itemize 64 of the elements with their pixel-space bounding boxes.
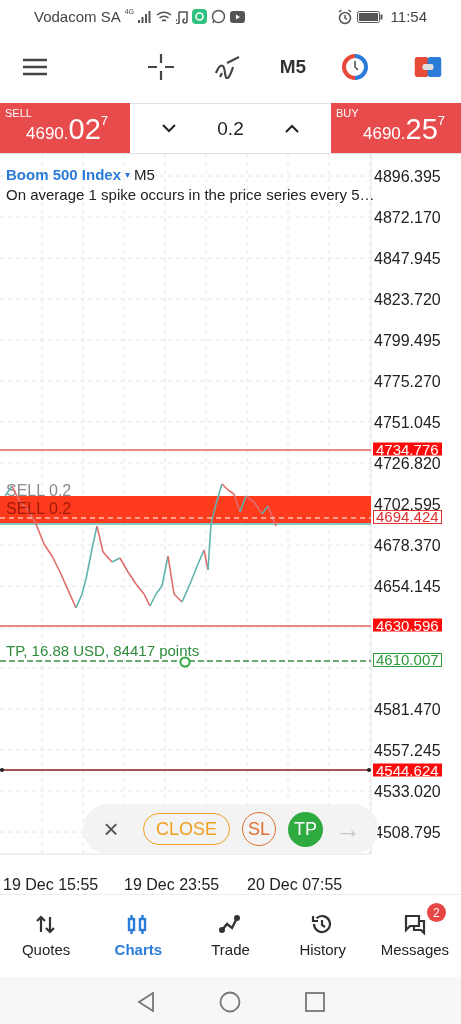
chevron-down-icon[interactable] bbox=[162, 124, 176, 133]
symbol-description: On average 1 spike occurs in the price series every 5… bbox=[6, 186, 375, 203]
price-tag: 4610.007 bbox=[373, 652, 442, 667]
price-tick: 4726.820 bbox=[374, 456, 441, 470]
volume-value[interactable]: 0.2 bbox=[217, 117, 244, 140]
time-tick: 20 Dec 07:55 bbox=[247, 876, 343, 894]
price-tick: 4823.720 bbox=[374, 292, 441, 306]
arrows-updown-icon bbox=[34, 914, 58, 935]
position-band[interactable] bbox=[0, 495, 371, 523]
music-note-icon bbox=[176, 9, 189, 24]
price-tick: 4581.470 bbox=[374, 702, 441, 716]
price-tick: 4702.595 bbox=[374, 497, 441, 511]
buy-button[interactable]: BUY 4690.25$^{7}$ bbox=[331, 103, 461, 153]
price-tick: 4799.495 bbox=[374, 333, 441, 347]
chat-bubbles-icon bbox=[403, 914, 427, 935]
chat-icon bbox=[211, 9, 227, 24]
nav-tab[interactable]: Quotes bbox=[0, 895, 93, 977]
line-chart-icon bbox=[219, 914, 242, 935]
clock-icon[interactable] bbox=[342, 54, 368, 80]
price-tag: 4544.624 bbox=[373, 763, 442, 777]
nav-tab[interactable]: Messages 2 bbox=[368, 895, 461, 977]
price-tag: 4734.776 bbox=[373, 442, 442, 456]
dropdown-marker[interactable]: ▾ bbox=[125, 169, 131, 180]
crosshair-icon[interactable] bbox=[148, 54, 174, 80]
trade-toggle-icon[interactable] bbox=[414, 57, 442, 77]
timeframe-button[interactable]: M5 bbox=[273, 55, 313, 79]
clock-time: 11:54 bbox=[390, 8, 427, 25]
indicator-icon[interactable] bbox=[214, 55, 242, 79]
take-profit-button[interactable]: TP bbox=[288, 811, 324, 847]
back-icon[interactable] bbox=[136, 991, 155, 1012]
sell-button[interactable]: SELL 4690.02$^{7}$ bbox=[0, 103, 130, 153]
price-tick: 4847.945 bbox=[374, 251, 441, 265]
price-tick: 4678.370 bbox=[374, 538, 441, 552]
price-tick: 4533.020 bbox=[374, 784, 441, 798]
price-tick: 4557.245 bbox=[374, 743, 441, 757]
carrier-name: Vodacom SA bbox=[34, 8, 121, 25]
close-button[interactable]: × bbox=[97, 813, 125, 845]
recents-icon[interactable] bbox=[304, 991, 325, 1012]
chart-timeframe: M5 bbox=[134, 166, 155, 183]
time-tick: 19 Dec 15:55 bbox=[3, 876, 99, 894]
menu-icon[interactable] bbox=[23, 58, 47, 76]
price-tag: 4694.424 bbox=[373, 509, 442, 524]
time-tick: 19 Dec 23:55 bbox=[124, 876, 220, 894]
price-tick: 4775.270 bbox=[374, 374, 441, 388]
price-tag: 4630.596 bbox=[373, 618, 442, 632]
video-icon bbox=[230, 10, 246, 23]
nav-tab[interactable]: Trade bbox=[184, 895, 277, 977]
take-profit-label: TP, 16.88 USD, 84417 points bbox=[6, 641, 200, 659]
price-tick: 4654.145 bbox=[374, 579, 441, 593]
price-tick: 4896.395 bbox=[374, 169, 441, 183]
signal-icon bbox=[138, 10, 153, 23]
chevron-up-icon[interactable] bbox=[285, 124, 299, 133]
price-tick: 4751.045 bbox=[374, 415, 441, 429]
wifi-icon bbox=[156, 10, 173, 23]
nav-tab[interactable]: Charts bbox=[92, 895, 185, 977]
price-tick: 4508.795 bbox=[374, 825, 441, 839]
app-icon bbox=[192, 9, 208, 24]
price-tick: 4872.170 bbox=[374, 210, 441, 224]
home-icon[interactable] bbox=[218, 990, 241, 1013]
battery-icon bbox=[356, 10, 383, 23]
nav-tab[interactable]: History bbox=[276, 895, 369, 977]
unread-badge: 2 bbox=[426, 903, 446, 922]
symbol-name[interactable]: Boom 500 Index bbox=[6, 166, 122, 183]
alarm-icon bbox=[336, 8, 353, 25]
